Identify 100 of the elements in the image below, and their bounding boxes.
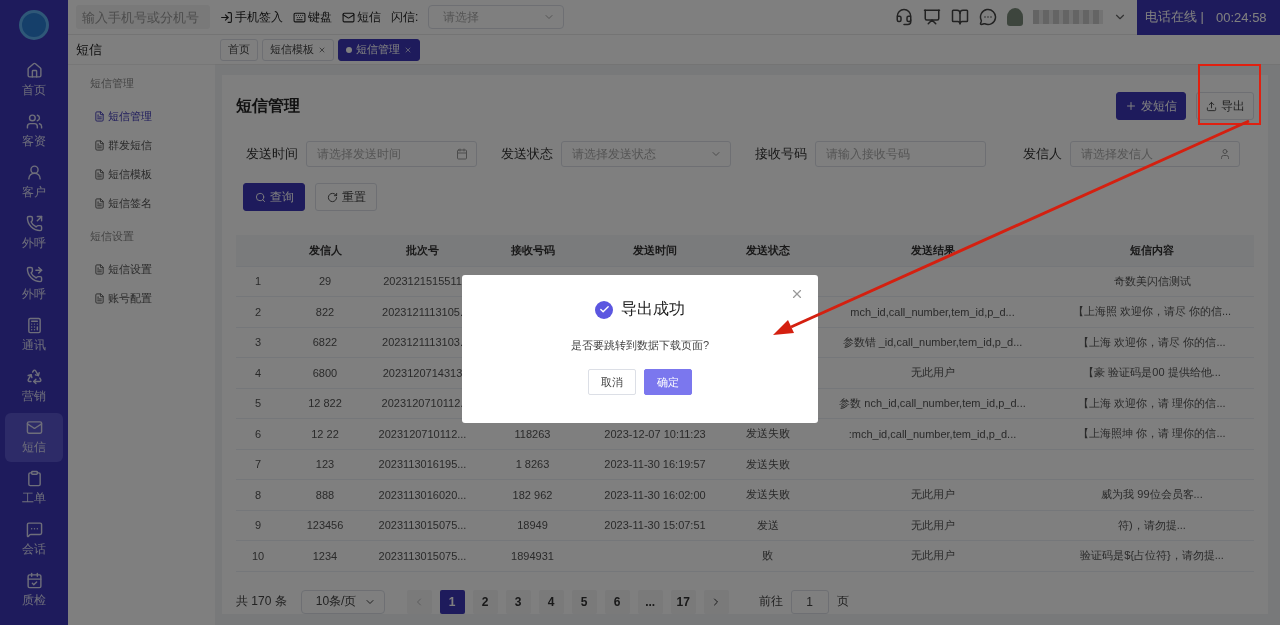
table-cell: 5 (254, 397, 262, 410)
submenu-item[interactable]: 群发短信 (68, 131, 215, 160)
page-button[interactable]: 5 (571, 589, 597, 614)
nav-item[interactable]: 客资 (5, 107, 63, 156)
search-icon (254, 191, 266, 203)
send-sms-button[interactable]: 发短信 (1116, 92, 1186, 120)
close-icon[interactable] (404, 45, 412, 54)
page-size-select[interactable]: 10条/页 (300, 589, 385, 614)
page-button[interactable]: 2 (472, 589, 498, 614)
document-icon (94, 264, 105, 275)
recycle-icon (25, 368, 43, 385)
headset-icon[interactable] (895, 8, 913, 26)
field-label: 闪信: (391, 8, 419, 26)
table-cell: 2023121113103. (382, 336, 463, 349)
nav-item[interactable]: 外呼 (5, 209, 63, 258)
submenu-item[interactable]: 短信设置 (68, 255, 215, 284)
goto-label: 前往 (758, 593, 783, 610)
table-cell: 1234 (312, 549, 338, 562)
table-cell: 12 822 (308, 397, 342, 410)
page-button[interactable]: 3 (505, 589, 531, 614)
page-button[interactable]: 1 (439, 589, 465, 614)
page-button[interactable]: 17 (670, 589, 696, 614)
table-cell: 1 8263 (515, 458, 550, 471)
page-button[interactable]: 4 (538, 589, 564, 614)
table-cell: 威为我 99位会员客... (1101, 488, 1203, 501)
filter-label: 发送状态 (499, 145, 553, 163)
table-cell: 18949 (517, 519, 548, 532)
page-button[interactable]: 6 (604, 589, 630, 614)
confirm-button[interactable]: 确定 (644, 369, 692, 395)
table-cell: 无此用户 (910, 518, 955, 531)
goto-page-field[interactable]: 1 (790, 589, 829, 614)
calculator-icon (25, 317, 43, 334)
column-header: 发送时间 (633, 243, 677, 256)
cancel-button[interactable]: 取消 (588, 369, 636, 395)
redacted-name (1033, 10, 1103, 24)
table-cell: 9 (254, 519, 262, 532)
table-cell: :mch_id,call_number,tem_id,p_d... (848, 427, 1017, 440)
home-icon (25, 62, 43, 79)
page-tab[interactable]: 短信管理 (338, 38, 420, 61)
table-cell: 123 (315, 458, 335, 471)
phone-icon (25, 266, 43, 283)
column-header: 发送结果 (910, 243, 955, 256)
call-status-panel[interactable]: 电话在线 | 00:24:58 (1137, 0, 1280, 35)
submenu-item[interactable]: 短信管理 (68, 102, 215, 131)
reset-button[interactable]: 重置 (315, 183, 377, 211)
call-status: 电话在线 | (1145, 8, 1204, 26)
submenu-item[interactable]: 短信签名 (68, 189, 215, 218)
search-button[interactable]: 查询 (243, 183, 305, 211)
table-cell: 2023-11-30 15:07:51 (604, 519, 706, 532)
page-button[interactable]: ... (637, 589, 663, 614)
person-icon (25, 164, 43, 181)
export-button[interactable]: 导出 (1196, 92, 1254, 120)
table-cell: 无此用户 (910, 549, 955, 562)
chat-icon (25, 521, 43, 538)
toolbar-link[interactable]: 手机签入 (235, 8, 283, 26)
plus-icon (1125, 100, 1137, 112)
table-cell: 发送失败 (745, 488, 790, 501)
table-cell: 3 (254, 336, 262, 349)
table-cell: 2023120710112... (378, 427, 467, 440)
book-icon[interactable] (951, 8, 969, 26)
chat-icon[interactable] (979, 8, 997, 26)
nav-item[interactable]: 营销 (5, 362, 63, 411)
nav-item[interactable]: 首页 (5, 56, 63, 105)
table-cell: 4 (254, 366, 262, 379)
table-cell: 2023113015075... (378, 549, 467, 562)
nav-item[interactable]: 通讯 (5, 311, 63, 360)
nav-item[interactable]: 质检 (5, 566, 63, 615)
table-cell: 12 22 (311, 427, 339, 440)
table-cell: 2023120714313 (382, 366, 463, 379)
column-header: 接收号码 (510, 243, 555, 256)
nav-item[interactable]: 外呼 (5, 260, 63, 309)
toolbar-link[interactable]: 短信 (357, 8, 381, 26)
users-icon (25, 113, 43, 130)
nav-item[interactable]: 工单 (5, 464, 63, 513)
app-logo (19, 10, 49, 40)
table-cell: 2023-11-30 16:19:57 (604, 458, 706, 471)
clipboard-icon (25, 470, 43, 487)
avatar-silhouette (1007, 8, 1023, 26)
document-icon (94, 198, 105, 209)
nav-item[interactable]: 会话 (5, 515, 63, 564)
submenu-item[interactable]: 账号配置 (68, 284, 215, 313)
close-icon[interactable] (318, 45, 326, 54)
upload-icon (1205, 100, 1217, 112)
table-cell: 1 (254, 275, 262, 288)
monitor-chart-icon[interactable] (923, 8, 941, 26)
nav-item[interactable]: 客户 (5, 158, 63, 207)
filter-label: 接收号码 (754, 145, 808, 163)
toolbar-link[interactable]: 键盘 (308, 8, 332, 26)
document-icon (94, 111, 105, 122)
column-header: 短信内容 (1130, 243, 1174, 256)
table-cell: 29 (318, 275, 332, 288)
close-button[interactable] (790, 287, 804, 301)
table-cell: 发送 (756, 518, 779, 531)
page-tab[interactable]: 首页 (220, 38, 258, 61)
page-tab[interactable]: 短信模板 (262, 38, 334, 61)
table-cell: 发送失败 (745, 427, 790, 440)
table-cell: 参数 nch_id,call_number,tem_id,p_d... (839, 396, 1026, 409)
submenu-item[interactable]: 短信模板 (68, 160, 215, 189)
table-cell: 2023121113105. (382, 305, 463, 318)
calendar-icon (455, 148, 468, 160)
